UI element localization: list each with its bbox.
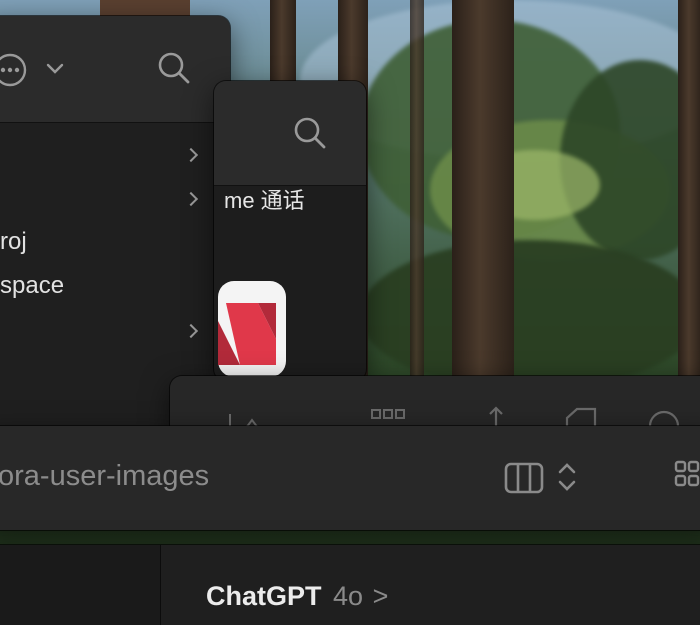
chevron-right-icon bbox=[183, 323, 199, 339]
model-selector[interactable]: ChatGPT 4o > bbox=[206, 581, 388, 612]
column-view-icon[interactable] bbox=[504, 462, 544, 494]
grid-view-icon[interactable] bbox=[370, 408, 406, 428]
search-icon[interactable] bbox=[156, 50, 192, 86]
finder-window: roj space bbox=[0, 16, 230, 436]
grid-view-icon[interactable] bbox=[674, 460, 700, 496]
app-toolbar bbox=[214, 81, 366, 186]
app-name: ChatGPT bbox=[206, 581, 322, 611]
sidebar-item[interactable] bbox=[0, 134, 230, 174]
folder-name: ora-user-images bbox=[0, 460, 210, 492]
chevron-right-icon bbox=[183, 147, 199, 163]
sidebar-item-label: roj bbox=[0, 228, 27, 255]
facetime-label[interactable]: me 通话 bbox=[224, 183, 305, 215]
app-launcher-window: me 通话 bbox=[214, 81, 366, 381]
sidebar-item[interactable] bbox=[0, 178, 230, 218]
sidebar-item[interactable]: space bbox=[0, 266, 230, 306]
sort-stepper-icon[interactable] bbox=[556, 460, 578, 494]
path-toolbar: ora-user-images bbox=[0, 426, 700, 530]
sidebar-item[interactable] bbox=[0, 310, 230, 350]
chevron-right-icon: > bbox=[372, 581, 389, 611]
more-options-icon[interactable] bbox=[0, 52, 28, 88]
chatgpt-window: ChatGPT 4o > bbox=[0, 545, 700, 625]
chevron-right-icon bbox=[183, 191, 199, 207]
finder-toolbar bbox=[0, 16, 230, 123]
news-app-icon[interactable] bbox=[218, 281, 286, 377]
sidebar-item-label: space bbox=[0, 272, 65, 299]
model-name: 4o bbox=[333, 581, 364, 611]
search-icon[interactable] bbox=[292, 115, 328, 151]
chat-sidebar bbox=[0, 545, 161, 625]
sidebar-item[interactable]: roj bbox=[0, 222, 230, 262]
chevron-down-icon[interactable] bbox=[46, 62, 64, 76]
finder-path-window: ora-user-images bbox=[0, 426, 700, 530]
